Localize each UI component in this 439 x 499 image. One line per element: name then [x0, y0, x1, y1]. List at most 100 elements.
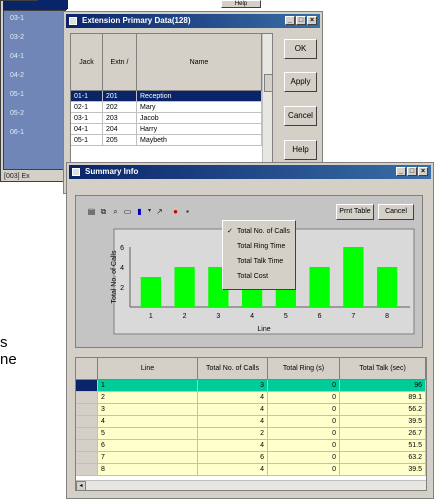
- table-cell-calls[interactable]: 4: [198, 440, 268, 452]
- table-cell-calls[interactable]: 6: [198, 452, 268, 464]
- extension-title-bar[interactable]: Extension Primary Data(128) _ □ ×: [66, 14, 320, 28]
- background-partial-help-button[interactable]: Help: [221, 0, 261, 8]
- table-cell-line[interactable]: 8: [98, 464, 198, 476]
- table-row-indicator[interactable]: [76, 452, 98, 464]
- table-column-header[interactable]: [76, 358, 98, 380]
- table-cell-talk[interactable]: 26.7: [340, 428, 426, 440]
- series-menu-item[interactable]: Total Talk Time: [225, 255, 293, 268]
- table-row-indicator[interactable]: [76, 416, 98, 428]
- table-row-indicator[interactable]: [76, 464, 98, 476]
- scrollbar-thumb[interactable]: [264, 74, 272, 92]
- summary-table[interactable]: Line Total No. of Calls Total Ring (s) Tota…: [75, 357, 427, 491]
- table-row-indicator[interactable]: [76, 440, 98, 452]
- table-cell-line[interactable]: 7: [98, 452, 198, 464]
- ok-label: OK: [294, 44, 307, 53]
- table-cell-line[interactable]: 6: [98, 440, 198, 452]
- background-window: 03-1 03-2 04-1 04-2 05-1 05-2 06-1 [003] Ex: [0, 0, 67, 182]
- maximize-button[interactable]: □: [407, 167, 417, 176]
- ok-button[interactable]: OK: [284, 39, 317, 59]
- row-name[interactable]: Mary: [137, 102, 262, 113]
- table-column-header[interactable]: Total Talk (sec): [340, 358, 426, 380]
- series-menu-item[interactable]: ✓ Total No. of Calls: [225, 225, 293, 238]
- background-list-item[interactable]: 03-1: [10, 15, 24, 22]
- background-list-item[interactable]: 04-1: [10, 53, 24, 60]
- table-cell-talk[interactable]: 56.2: [340, 404, 426, 416]
- table-cell-talk[interactable]: 63.2: [340, 452, 426, 464]
- maximize-button[interactable]: □: [296, 16, 306, 25]
- table-cell-ring[interactable]: 0: [268, 464, 340, 476]
- table-cell-calls[interactable]: 3: [198, 380, 268, 392]
- horizontal-scrollbar[interactable]: ◂: [76, 480, 426, 490]
- row-jack[interactable]: 03-1: [71, 113, 103, 124]
- table-cell-calls[interactable]: 4: [198, 392, 268, 404]
- background-list-item[interactable]: 04-2: [10, 72, 24, 79]
- scroll-left-arrow[interactable]: ◂: [76, 481, 86, 490]
- table-cell-calls[interactable]: 2: [198, 428, 268, 440]
- row-extn[interactable]: 204: [103, 124, 137, 135]
- x-tick-label: 1: [149, 313, 153, 320]
- background-list-item[interactable]: 06-1: [10, 129, 24, 136]
- background-list-item[interactable]: 03-2: [10, 34, 24, 41]
- side-caption-line-2: ne: [0, 351, 17, 368]
- table-cell-calls[interactable]: 4: [198, 416, 268, 428]
- row-jack[interactable]: 01-1: [71, 91, 103, 102]
- table-cell-line[interactable]: 2: [98, 392, 198, 404]
- y-tick-label: 6: [120, 245, 124, 252]
- background-list-item[interactable]: 05-1: [10, 91, 24, 98]
- table-cell-talk[interactable]: 96: [340, 380, 426, 392]
- summary-title-bar[interactable]: Summary Info _ □ ×: [69, 165, 431, 179]
- x-tick-label: 5: [284, 313, 288, 320]
- table-cell-ring[interactable]: 0: [268, 380, 340, 392]
- cancel-button[interactable]: Cancel: [284, 106, 317, 126]
- summary-window: Summary Info _ □ × ▤ ⧉ ⌕ ▭ ▮ ▾ ↗ ● ▪ Prn…: [66, 162, 434, 499]
- column-header-name[interactable]: Name: [137, 34, 262, 91]
- table-cell-line[interactable]: 1: [98, 380, 198, 392]
- table-cell-ring[interactable]: 0: [268, 392, 340, 404]
- row-extn[interactable]: 203: [103, 113, 137, 124]
- table-cell-line[interactable]: 3: [98, 404, 198, 416]
- table-row-indicator[interactable]: [76, 392, 98, 404]
- table-column-header[interactable]: Total Ring (s): [268, 358, 340, 380]
- table-cell-calls[interactable]: 4: [198, 464, 268, 476]
- minimize-button[interactable]: _: [396, 167, 406, 176]
- row-extn[interactable]: 205: [103, 135, 137, 146]
- background-list-item[interactable]: 05-2: [10, 110, 24, 117]
- table-cell-talk[interactable]: 39.5: [340, 416, 426, 428]
- table-cell-ring[interactable]: 0: [268, 440, 340, 452]
- table-column-header[interactable]: Total No. of Calls: [198, 358, 268, 380]
- row-extn[interactable]: 202: [103, 102, 137, 113]
- series-menu-item[interactable]: Total Ring Time: [225, 240, 293, 253]
- row-name[interactable]: Jacob: [137, 113, 262, 124]
- table-cell-ring[interactable]: 0: [268, 416, 340, 428]
- table-cell-calls[interactable]: 4: [198, 404, 268, 416]
- table-cell-ring[interactable]: 0: [268, 404, 340, 416]
- table-cell-ring[interactable]: 0: [268, 452, 340, 464]
- table-cell-ring[interactable]: 0: [268, 428, 340, 440]
- table-column-header[interactable]: Line: [98, 358, 198, 380]
- table-cell-talk[interactable]: 51.5: [340, 440, 426, 452]
- row-jack[interactable]: 05-1: [71, 135, 103, 146]
- close-button[interactable]: ×: [418, 167, 428, 176]
- row-jack[interactable]: 04-1: [71, 124, 103, 135]
- table-cell-line[interactable]: 5: [98, 428, 198, 440]
- apply-button[interactable]: Apply: [284, 72, 317, 92]
- column-header-extn[interactable]: Extn /: [103, 34, 137, 91]
- column-header-jack[interactable]: Jack: [71, 34, 103, 91]
- table-cell-line[interactable]: 4: [98, 416, 198, 428]
- row-name[interactable]: Reception: [137, 91, 262, 102]
- table-cell-talk[interactable]: 39.5: [340, 464, 426, 476]
- close-button[interactable]: ×: [307, 16, 317, 25]
- help-button[interactable]: Help: [284, 140, 317, 160]
- table-row-indicator[interactable]: [76, 428, 98, 440]
- x-tick-label: 4: [250, 313, 254, 320]
- table-row-indicator[interactable]: [76, 404, 98, 416]
- series-menu-item[interactable]: Total Cost: [225, 270, 293, 283]
- bar-line-5: [275, 287, 296, 307]
- row-name[interactable]: Harry: [137, 124, 262, 135]
- row-name[interactable]: Maybeth: [137, 135, 262, 146]
- row-extn[interactable]: 201: [103, 91, 137, 102]
- table-cell-talk[interactable]: 89.1: [340, 392, 426, 404]
- table-row-indicator[interactable]: [76, 380, 98, 392]
- row-jack[interactable]: 02-1: [71, 102, 103, 113]
- minimize-button[interactable]: _: [285, 16, 295, 25]
